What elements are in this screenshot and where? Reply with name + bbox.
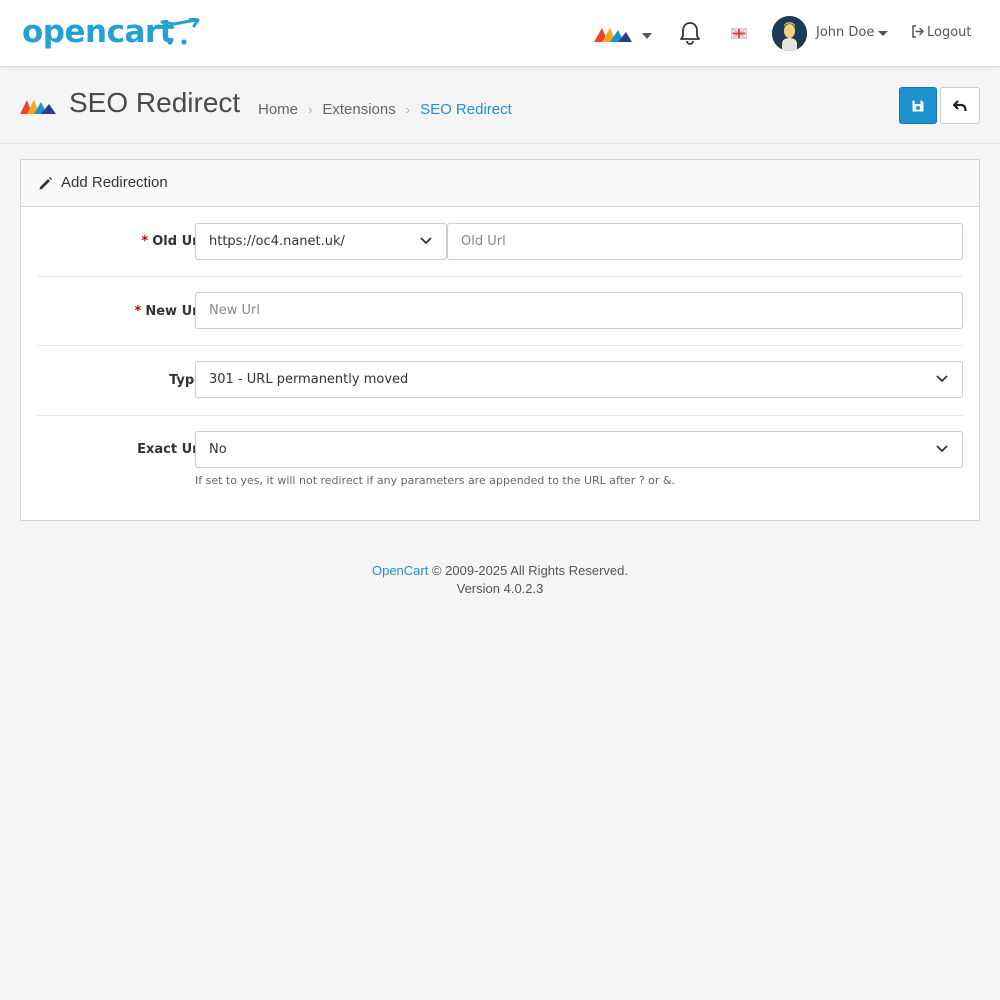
brand-switch-icon[interactable] [594, 26, 654, 44]
breadcrumb-home[interactable]: Home [258, 101, 298, 118]
new-url-input[interactable]: New Url [195, 292, 963, 329]
chevron-right-icon: › [308, 102, 313, 117]
chevron-down-icon [420, 237, 432, 245]
exact-url-help: If set to yes, it will not redirect if a… [195, 474, 675, 487]
logout-link[interactable]: Logout [911, 25, 972, 40]
copyright: © 2009-2025 All Rights Reserved. [431, 563, 629, 578]
logout-label: Logout [927, 25, 972, 40]
top-header: opencart John Doe Logout [0, 0, 1000, 67]
back-button[interactable] [940, 87, 980, 124]
breadcrumb-current[interactable]: SEO Redirect [420, 101, 512, 118]
save-icon [912, 100, 924, 111]
footer: OpenCart © 2009-2025 All Rights Reserved… [0, 562, 1000, 598]
chevron-down-icon[interactable] [878, 31, 888, 36]
new-url-label: * New Url [134, 304, 203, 319]
version: Version 4.0.2.3 [456, 581, 544, 596]
panel-heading: Add Redirection [21, 160, 979, 207]
old-url-input[interactable]: Old Url [447, 223, 963, 260]
back-arrow-icon [953, 99, 967, 111]
breadcrumb: Home › Extensions › SEO Redirect [258, 101, 512, 118]
divider [37, 345, 963, 346]
user-name[interactable]: John Doe [816, 25, 874, 40]
logout-icon [912, 25, 924, 38]
save-button[interactable] [899, 87, 937, 124]
add-redirection-panel: Add Redirection * Old Url https://oc4.nan… [20, 159, 980, 521]
chevron-down-icon [936, 375, 948, 383]
panel-title: Add Redirection [61, 174, 168, 191]
uk-flag-icon[interactable] [731, 28, 747, 39]
pencil-icon [39, 177, 52, 190]
exact-url-label: Exact Url [137, 442, 203, 457]
page-header: SEO Redirect Home › Extensions › SEO Redirec… [0, 67, 1000, 144]
cart-logo-icon [160, 18, 200, 45]
opencart-logo[interactable]: opencart [22, 14, 174, 50]
divider [37, 276, 963, 277]
chevron-down-icon [936, 445, 948, 453]
old-url-label: * Old Url [141, 234, 203, 249]
bell-icon[interactable] [679, 21, 701, 45]
exact-url-select[interactable]: No [195, 431, 963, 468]
chevron-right-icon: › [405, 102, 411, 117]
store-select[interactable]: https://oc4.nanet.uk/ [195, 223, 447, 260]
type-select[interactable]: 301 - URL permanently moved [195, 361, 963, 398]
avatar[interactable] [772, 16, 807, 51]
opencart-link[interactable]: OpenCart [372, 563, 428, 578]
divider [37, 415, 963, 416]
page-title: SEO Redirect [69, 87, 241, 118]
breadcrumb-extensions[interactable]: Extensions [322, 101, 395, 118]
brand-logo-icon [20, 100, 56, 114]
